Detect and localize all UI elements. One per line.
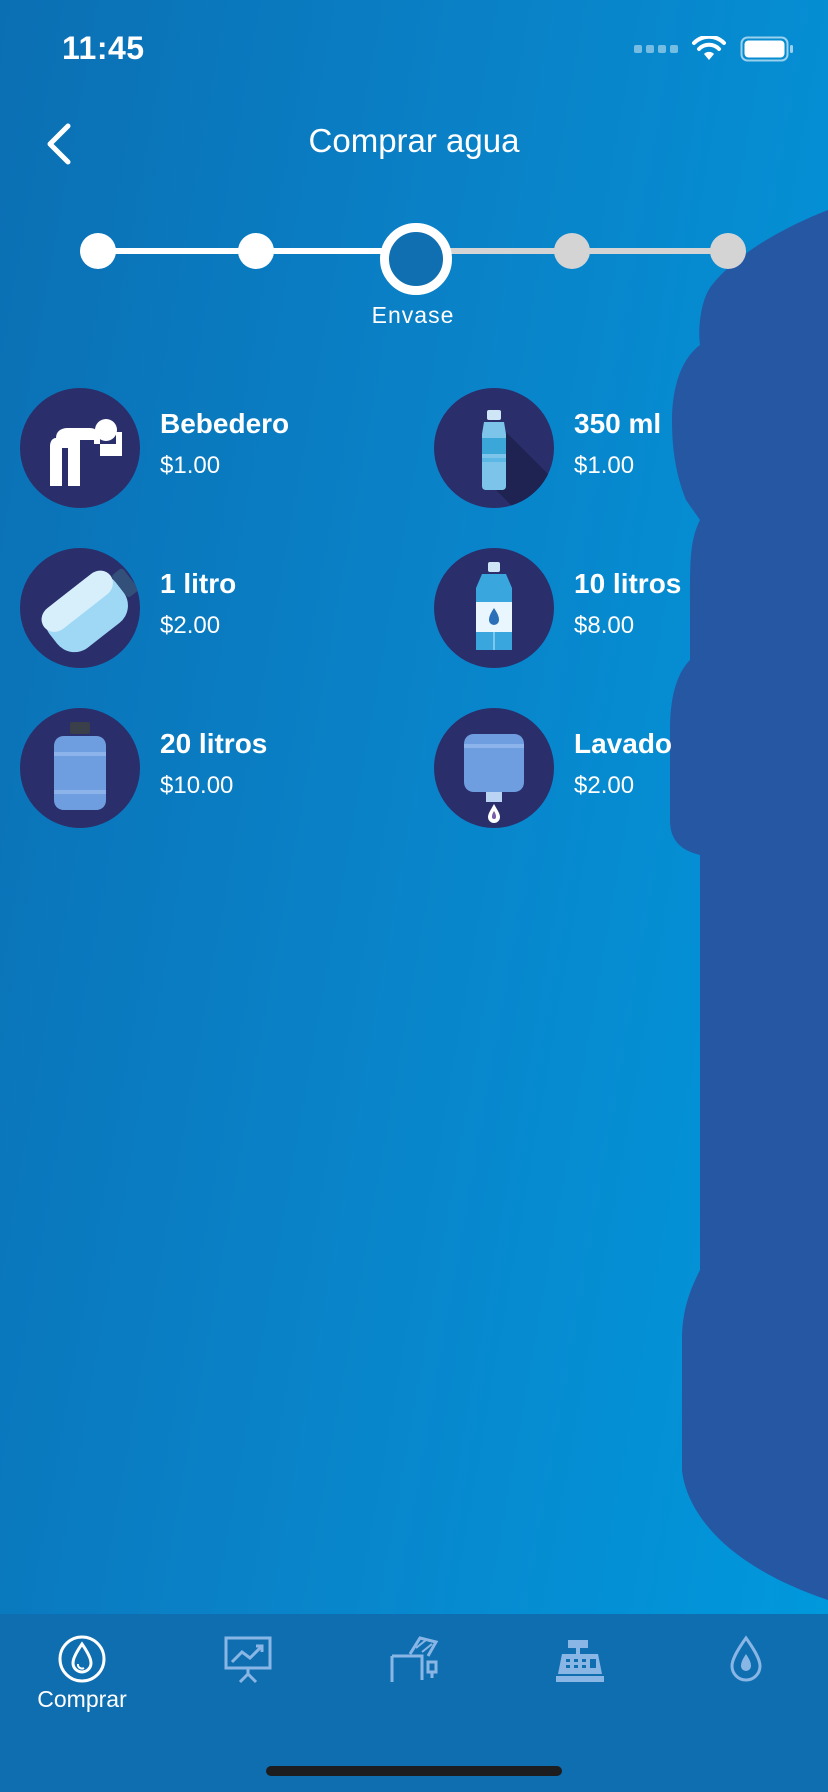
product-price: $2.00 xyxy=(574,772,635,799)
step-2-dot[interactable] xyxy=(238,233,274,269)
home-indicator xyxy=(266,1766,562,1776)
product-350ml[interactable]: 350 ml $1.00 xyxy=(434,388,814,508)
tab-statistics[interactable] xyxy=(188,1634,308,1734)
navigation-bar: Comprar agua xyxy=(0,100,828,190)
battery-icon xyxy=(740,36,793,62)
presentation-chart-icon xyxy=(224,1636,272,1684)
product-lavado[interactable]: Lavado $2.00 xyxy=(434,708,814,828)
wifi-icon xyxy=(692,36,726,60)
product-name: Lavado xyxy=(574,728,673,759)
tab-comprar[interactable]: Comprar xyxy=(22,1634,142,1734)
cash-register-icon xyxy=(556,1640,604,1682)
product-price: $1.00 xyxy=(160,452,221,479)
status-time: 11:45 xyxy=(62,30,145,66)
product-price: $10.00 xyxy=(160,772,234,799)
progress-stepper: Envase xyxy=(0,210,828,340)
tilted-bottle-icon xyxy=(20,548,140,668)
water-drop-circle-icon xyxy=(58,1635,106,1683)
tab-sales[interactable] xyxy=(520,1634,640,1734)
cellular-signal-icon xyxy=(634,45,678,53)
dispenser-machine-icon xyxy=(390,1636,439,1682)
product-price: $2.00 xyxy=(160,612,221,639)
water-bottle-drop-icon xyxy=(434,548,554,668)
product-name: 1 litro xyxy=(160,568,237,599)
product-price: $8.00 xyxy=(574,612,635,639)
product-20-litros[interactable]: 20 litros $10.00 xyxy=(20,708,400,828)
small-bottle-icon xyxy=(434,388,554,508)
tab-dispensers[interactable] xyxy=(354,1634,474,1734)
water-drop-icon xyxy=(730,1635,762,1682)
step-4-dot[interactable] xyxy=(554,233,590,269)
product-name: 20 litros xyxy=(160,728,268,759)
step-current-label: Envase xyxy=(371,302,455,328)
step-5-dot[interactable] xyxy=(710,233,746,269)
product-name: Bebedero xyxy=(160,408,290,439)
status-bar: 11:45 xyxy=(0,0,828,100)
product-name: 10 litros xyxy=(574,568,682,599)
step-3-current-dot[interactable] xyxy=(380,223,452,295)
product-bebedero[interactable]: Bebedero $1.00 xyxy=(20,388,400,508)
product-1-litro[interactable]: 1 litro $2.00 xyxy=(20,548,400,668)
water-jug-icon xyxy=(20,708,140,828)
drinking-fountain-icon xyxy=(20,388,140,508)
jug-wash-icon xyxy=(434,708,554,828)
page-title: Comprar agua xyxy=(308,122,520,159)
tab-bar: Comprar xyxy=(0,1614,828,1792)
step-1-dot[interactable] xyxy=(80,233,116,269)
tab-label: Comprar xyxy=(37,1686,127,1712)
status-icons xyxy=(634,36,794,62)
product-10-litros[interactable]: 10 litros $8.00 xyxy=(434,548,814,668)
tab-water[interactable] xyxy=(686,1634,806,1734)
product-price: $1.00 xyxy=(574,452,635,479)
product-name: 350 ml xyxy=(574,408,662,439)
